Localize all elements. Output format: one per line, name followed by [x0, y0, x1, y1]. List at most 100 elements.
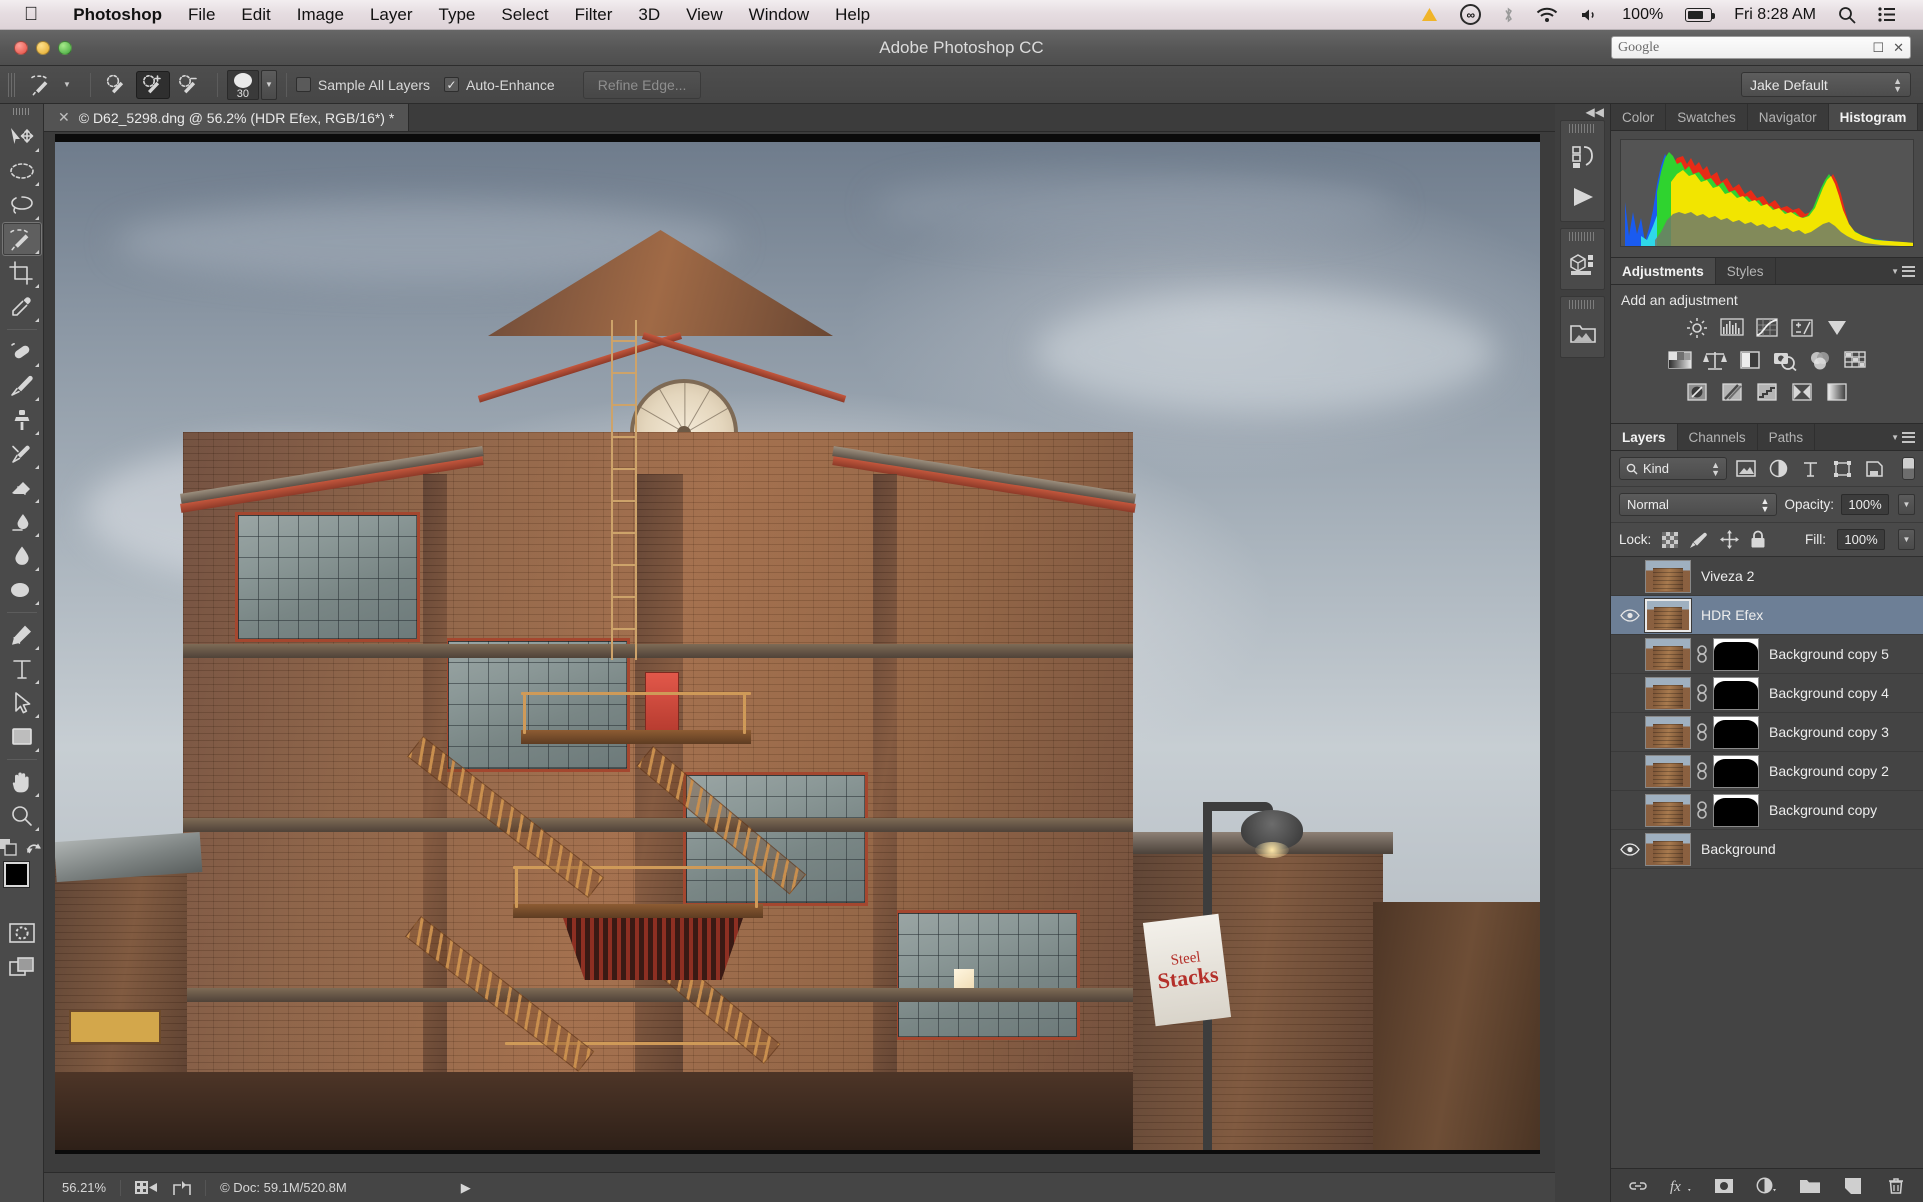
zoom-level[interactable]: 56.21% [62, 1180, 106, 1195]
table-row[interactable]: Background copy 3 [1611, 713, 1923, 752]
invert-icon[interactable] [1684, 380, 1710, 404]
new-layer-icon[interactable] [1842, 1175, 1864, 1197]
warning-triangle-icon[interactable] [1410, 7, 1449, 22]
filter-pixel-icon[interactable] [1733, 457, 1759, 480]
gradient-tool[interactable] [2, 505, 42, 539]
layer-name[interactable]: HDR Efex [1701, 607, 1763, 623]
menu-file[interactable]: File [175, 5, 228, 25]
filter-type-icon[interactable] [1797, 457, 1823, 480]
apple-logo-icon[interactable]:  [24, 5, 38, 24]
panel-grip[interactable] [1569, 232, 1596, 241]
layer-mask-thumbnail[interactable] [1713, 638, 1759, 671]
table-row[interactable]: Background copy 5 [1611, 635, 1923, 674]
tab-histogram[interactable]: Histogram [1829, 104, 1919, 130]
blend-mode-select[interactable]: Normal ▲▼ [1619, 493, 1777, 516]
levels-icon[interactable] [1719, 316, 1745, 340]
canvas-area[interactable]: Steel Stacks [44, 132, 1555, 1172]
tab-color[interactable]: Color [1611, 104, 1666, 130]
mask-link-icon[interactable] [1691, 762, 1713, 780]
new-adjustment-icon[interactable] [1756, 1175, 1778, 1197]
lasso-tool[interactable] [2, 188, 42, 222]
selective-color-icon[interactable] [1789, 380, 1815, 404]
document-image[interactable]: Steel Stacks [55, 142, 1540, 1150]
eyedropper-tool[interactable] [2, 290, 42, 324]
dodge-tool[interactable] [2, 573, 42, 607]
mini-bridge-icon[interactable] [1561, 313, 1604, 353]
table-row[interactable]: Background [1611, 830, 1923, 869]
actions-play-icon[interactable] [1561, 177, 1604, 217]
color-balance-icon[interactable] [1702, 348, 1728, 372]
menu-3d[interactable]: 3D [625, 5, 673, 25]
lock-image-icon[interactable] [1689, 531, 1709, 549]
layer-name[interactable]: Background copy 4 [1769, 685, 1889, 701]
layer-mask-thumbnail[interactable] [1713, 716, 1759, 749]
layer-name[interactable]: Background copy 3 [1769, 724, 1889, 740]
delete-layer-icon[interactable] [1885, 1175, 1907, 1197]
fill-value[interactable]: 100% [1837, 529, 1885, 550]
play-arrow-icon[interactable]: ▶ [461, 1180, 471, 1196]
filter-adjustment-icon[interactable] [1765, 457, 1791, 480]
layer-visibility-toggle[interactable] [1615, 843, 1645, 856]
lock-all-icon[interactable] [1750, 530, 1766, 549]
blur-tool[interactable] [2, 539, 42, 573]
link-layers-icon[interactable] [1627, 1175, 1649, 1197]
opacity-chevron-down-icon[interactable]: ▼ [1898, 494, 1915, 515]
panel-grip[interactable] [1569, 300, 1596, 309]
layer-name[interactable]: Background [1701, 841, 1776, 857]
toolbar-grip[interactable] [13, 108, 31, 115]
panel-menu-icon[interactable]: ▼ [1883, 258, 1923, 284]
marquee-tool[interactable] [2, 154, 42, 188]
screen-mode-icon[interactable] [2, 950, 42, 984]
history-icon[interactable] [1561, 137, 1604, 177]
quick-selection-tool[interactable] [2, 222, 42, 256]
tab-adjustments[interactable]: Adjustments [1611, 258, 1716, 284]
layer-name[interactable]: Background copy [1769, 802, 1877, 818]
doc-info[interactable]: © Doc: 59.1M/520.8M [220, 1180, 347, 1195]
hand-tool[interactable] [2, 765, 42, 799]
lock-transparent-icon[interactable] [1662, 532, 1678, 548]
tab-paths[interactable]: Paths [1758, 424, 1816, 450]
menu-image[interactable]: Image [284, 5, 357, 25]
type-tool[interactable] [2, 652, 42, 686]
layer-thumbnail[interactable] [1645, 677, 1691, 710]
quick-mask-icon[interactable] [2, 916, 42, 950]
mask-link-icon[interactable] [1691, 723, 1713, 741]
menu-select[interactable]: Select [488, 5, 561, 25]
layer-thumbnail[interactable] [1645, 716, 1691, 749]
volume-icon[interactable] [1569, 7, 1611, 23]
mask-link-icon[interactable] [1691, 684, 1713, 702]
menu-filter[interactable]: Filter [562, 5, 626, 25]
layer-thumbnail[interactable] [1645, 755, 1691, 788]
layer-thumbnail[interactable] [1645, 599, 1691, 632]
gradient-map-icon[interactable] [1824, 380, 1850, 404]
mask-link-icon[interactable] [1691, 801, 1713, 819]
layer-style-fx-icon[interactable]: fx [1670, 1175, 1692, 1197]
filter-toggle-switch[interactable] [1902, 457, 1915, 480]
menu-window[interactable]: Window [736, 5, 822, 25]
menu-layer[interactable]: Layer [357, 5, 426, 25]
table-row[interactable]: Background copy [1611, 791, 1923, 830]
add-to-selection-mode-button[interactable] [136, 71, 170, 99]
workspace-selector[interactable]: Jake Default ▲▼ [1741, 72, 1911, 97]
table-row[interactable]: Background copy 2 [1611, 752, 1923, 791]
layer-mask-thumbnail[interactable] [1713, 794, 1759, 827]
options-bar-grip[interactable] [8, 73, 17, 97]
lock-position-icon[interactable] [1720, 530, 1739, 549]
tab-navigator[interactable]: Navigator [1748, 104, 1829, 130]
search-field[interactable]: Google ☐ ✕ [1611, 36, 1911, 59]
history-brush-tool[interactable] [2, 437, 42, 471]
zoom-tool[interactable] [2, 799, 42, 833]
panel-menu-icon[interactable]: ▼ [1883, 424, 1923, 450]
layer-thumbnail[interactable] [1645, 833, 1691, 866]
close-button[interactable] [14, 41, 28, 55]
layer-thumbnail[interactable] [1645, 560, 1691, 593]
close-icon[interactable]: ✕ [1893, 40, 1904, 56]
document-tab[interactable]: ✕ © D62_5298.dng @ 56.2% (HDR Efex, RGB/… [44, 104, 409, 131]
foreground-color-swatch[interactable] [4, 862, 29, 887]
curves-icon[interactable] [1754, 316, 1780, 340]
notification-center-icon[interactable] [1867, 7, 1907, 22]
menubar-clock[interactable]: Fri 8:28 AM [1723, 6, 1827, 24]
layer-list[interactable]: Viveza 2 HDR Efex Background copy 5 [1611, 557, 1923, 1168]
menu-view[interactable]: View [673, 5, 736, 25]
brush-tool[interactable] [2, 369, 42, 403]
